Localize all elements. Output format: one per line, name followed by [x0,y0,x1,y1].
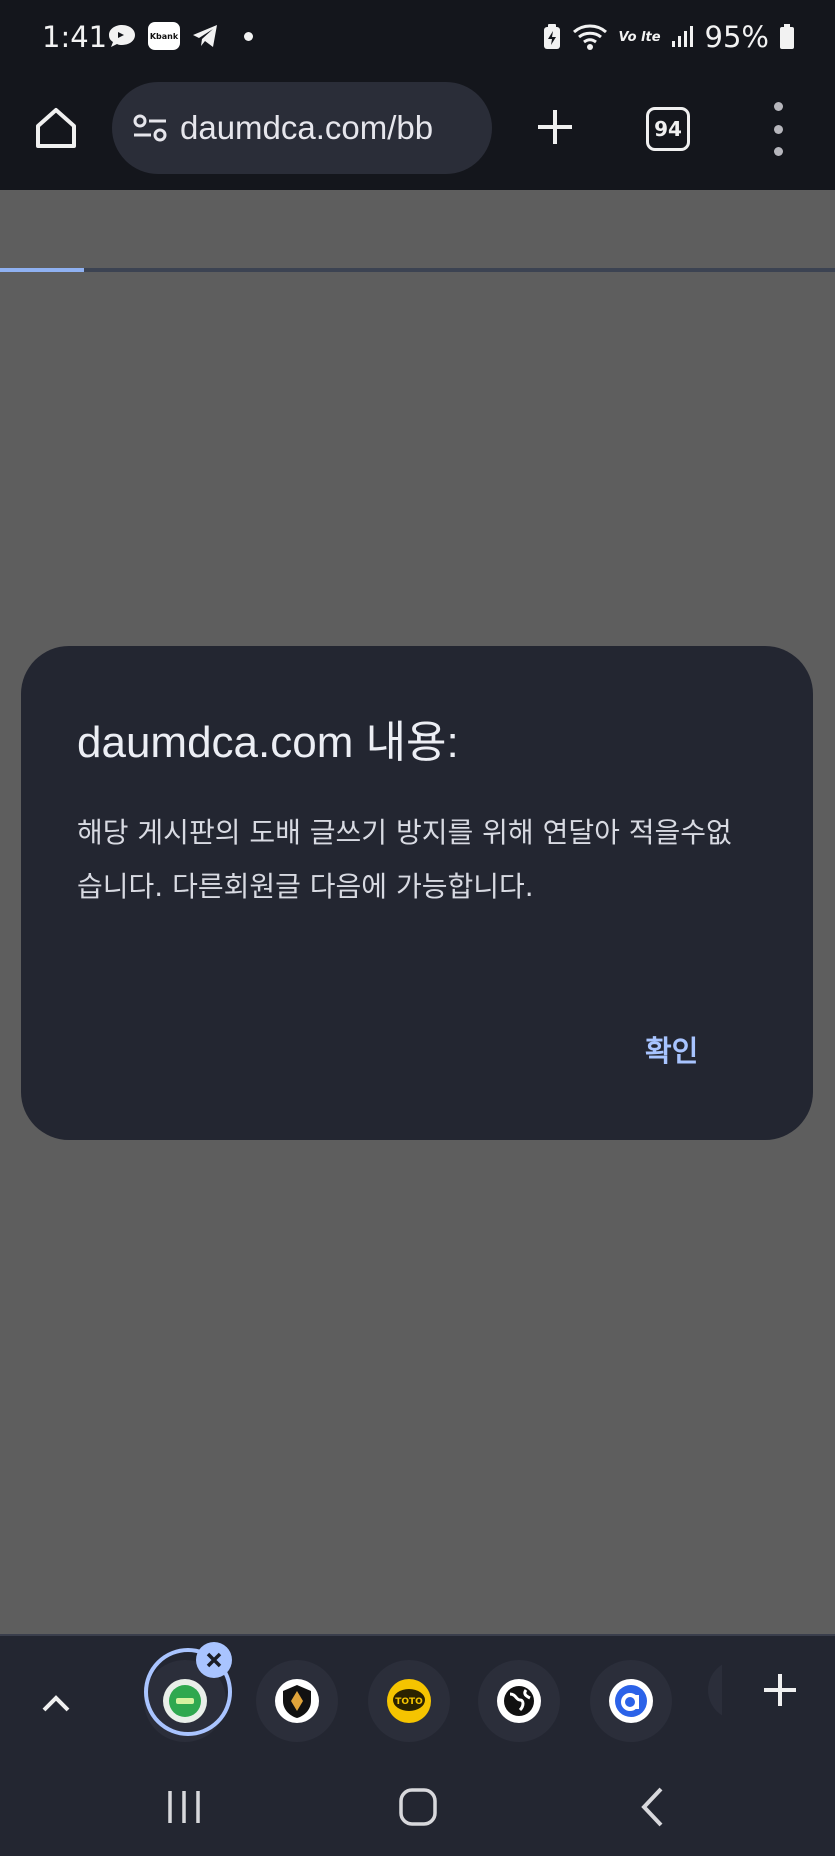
page-load-progress [0,268,835,272]
home-button[interactable] [30,102,82,154]
alert-dialog: daumdca.com 내용: 해당 게시판의 도배 글쓰기 방지를 위해 연달… [21,646,813,1140]
menu-dot-icon [773,102,783,111]
dialog-message: 해당 게시판의 도배 글쓰기 방지를 위해 연달아 적을수없습니다. 다른회원글… [77,816,732,903]
blue-a-icon [609,1679,653,1723]
tab-switcher-button[interactable]: 94 [646,107,690,151]
close-icon [206,1652,222,1668]
home-square-icon [399,1788,437,1826]
site-settings-icon[interactable] [130,108,170,148]
black-shield-icon [275,1679,319,1723]
globe-icon [497,1679,541,1723]
telegram-icon [193,25,217,47]
battery-percent: 95% [704,20,769,54]
add-tab-to-group-button[interactable] [760,1670,800,1710]
system-navigation-bar [0,1756,835,1856]
tab-item[interactable] [256,1660,338,1742]
menu-dot-icon [773,147,783,156]
status-right-icons: Vo lte 95% [542,20,795,54]
tab-item[interactable]: TOTO [368,1660,450,1742]
toto-label: TOTO [395,1697,423,1707]
confirm-button[interactable]: 확인 [645,1028,698,1070]
page-load-progress-fill [0,268,84,272]
plus-icon [538,110,572,144]
overflow-menu-button[interactable] [770,102,786,156]
wifi-icon [573,24,608,50]
url-text: daumdca.com/bb [180,109,434,146]
menu-dot-icon [773,124,783,134]
signal-icon [671,26,693,47]
new-tab-button[interactable] [530,102,580,152]
status-time: 1:41 [42,20,108,54]
recents-icon [168,1791,200,1823]
notification-icons: Kbank [106,22,253,50]
kbank-app-icon: Kbank [148,22,180,50]
toto-icon: TOTO [387,1679,431,1723]
chat-bubble-icon [109,25,135,47]
status-bar: 1:41 Kbank Vo lte 95% [0,0,835,80]
dialog-title: daumdca.com 내용: [77,718,459,767]
plus-icon [764,1674,796,1706]
battery-saver-icon [544,24,561,49]
back-chevron-icon [641,1787,663,1827]
close-tab-button[interactable] [196,1642,232,1678]
more-notifications-dot [244,31,253,41]
partial-tab-item[interactable] [708,1660,722,1720]
browser-toolbar: daumdca.com/bb 94 [0,80,835,272]
volte-indicator: Vo lte [618,29,661,45]
battery-icon [780,24,794,49]
recent-apps-button[interactable] [164,1784,204,1830]
tab-item[interactable] [590,1660,672,1742]
divider [0,1634,835,1636]
tab-item[interactable] [478,1660,560,1742]
home-icon [36,108,76,148]
chevron-up-icon [42,1695,70,1712]
address-bar[interactable]: daumdca.com/bb [112,82,492,174]
back-button[interactable] [636,1784,670,1830]
expand-tab-group-button[interactable] [38,1686,74,1722]
home-nav-button[interactable] [398,1784,438,1830]
